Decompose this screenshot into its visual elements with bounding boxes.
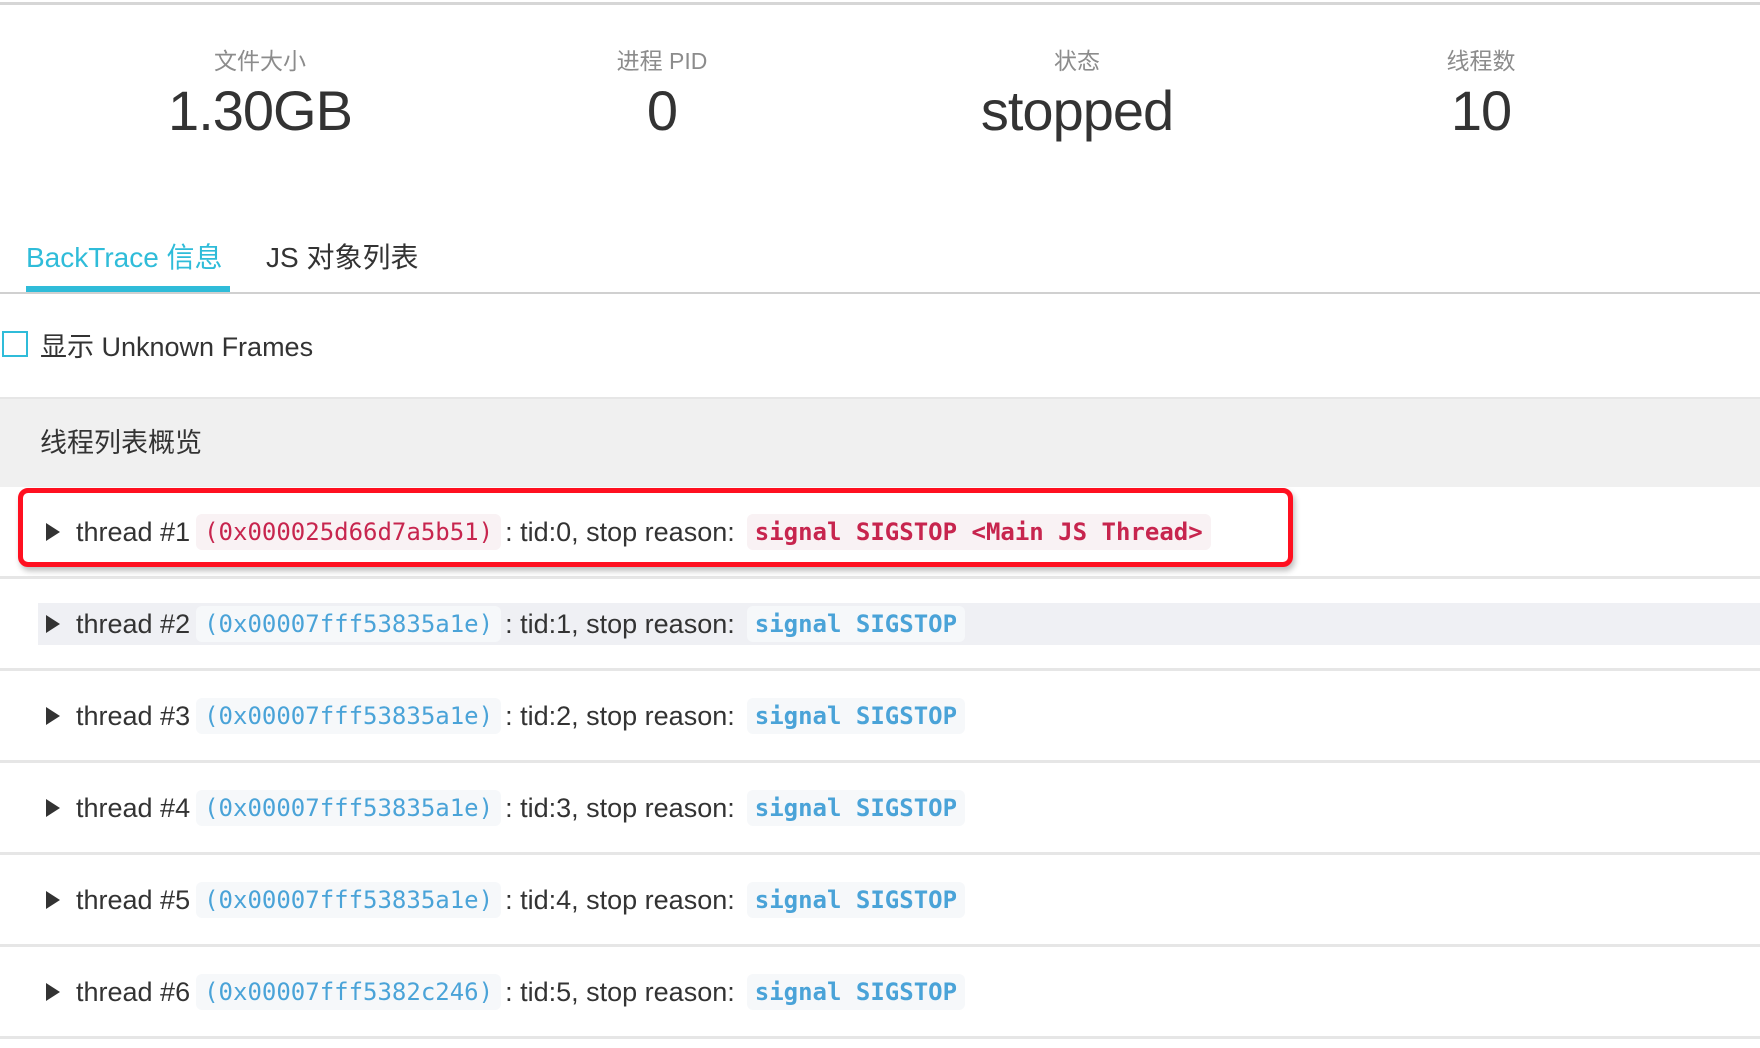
stop-reason: signal SIGSTOP — [746, 698, 966, 734]
tid-value: 3 — [556, 792, 572, 823]
thread-list: thread #1 (0x000025d66d7a5b51) : tid: 0,… — [0, 487, 1760, 1039]
thread-address: (0x00007fff53835a1e) — [196, 882, 502, 918]
thread-row[interactable]: thread #3 (0x00007fff53835a1e) : tid: 2,… — [0, 671, 1760, 763]
stat-label: 文件大小 — [214, 48, 306, 74]
tid-label: : tid: — [505, 700, 557, 731]
stat-value: 0 — [646, 79, 678, 142]
tid-label: : tid: — [505, 976, 557, 1007]
active-tab-indicator — [26, 286, 230, 292]
stop-reason: signal SIGSTOP — [746, 974, 966, 1010]
tid-value: 4 — [556, 884, 572, 915]
thread-row[interactable]: thread #4 (0x00007fff53835a1e) : tid: 3,… — [0, 763, 1760, 855]
stat-file-size: 文件大小 1.30GB — [60, 44, 460, 144]
thread-address: (0x000025d66d7a5b51) — [196, 514, 502, 550]
thread-name: thread #6 — [76, 976, 191, 1007]
tid-value: 5 — [556, 976, 572, 1007]
tab-bar: BackTrace 信息 JS 对象列表 — [0, 232, 1760, 294]
expand-triangle-icon[interactable] — [46, 615, 60, 633]
tid-label: : tid: — [505, 608, 557, 639]
expand-triangle-icon[interactable] — [46, 891, 60, 909]
tid-label: : tid: — [505, 792, 557, 823]
show-unknown-frames-option[interactable]: 显示 Unknown Frames — [0, 324, 313, 364]
tid-value: 2 — [556, 700, 572, 731]
thread-list-header: 线程列表概览 — [0, 397, 1760, 487]
stat-label: 状态 — [1054, 48, 1100, 74]
expand-triangle-icon[interactable] — [46, 983, 60, 1001]
thread-row[interactable]: thread #1 (0x000025d66d7a5b51) : tid: 0,… — [0, 487, 1760, 579]
tid-value: 1 — [556, 608, 572, 639]
stat-process-pid: 进程 PID 0 — [462, 44, 862, 144]
thread-name: thread #3 — [76, 700, 191, 731]
tid-label: : tid: — [505, 516, 557, 547]
thread-row[interactable]: thread #6 (0x00007fff5382c246) : tid: 5,… — [0, 947, 1760, 1039]
stop-reason-label: , stop reason: — [571, 516, 735, 547]
thread-name: thread #2 — [76, 608, 191, 639]
stop-reason: signal SIGSTOP — [746, 882, 966, 918]
stat-value: stopped — [980, 79, 1174, 142]
thread-name: thread #5 — [76, 884, 191, 915]
tab-js-objects[interactable]: JS 对象列表 — [266, 238, 418, 278]
thread-name: thread #1 — [76, 516, 191, 547]
section-title: 线程列表概览 — [40, 428, 202, 458]
stop-reason: signal SIGSTOP — [746, 790, 966, 826]
stat-label: 进程 PID — [616, 48, 708, 74]
thread-name: thread #4 — [76, 792, 191, 823]
stop-reason: signal SIGSTOP <Main JS Thread> — [746, 514, 1211, 550]
tid-value: 0 — [556, 516, 572, 547]
thread-address: (0x00007fff5382c246) — [196, 974, 502, 1010]
stat-thread-count: 线程数 10 — [1281, 44, 1681, 144]
expand-triangle-icon[interactable] — [46, 799, 60, 817]
stat-value: 1.30GB — [168, 79, 353, 142]
show-unknown-frames-label[interactable]: 显示 Unknown Frames — [40, 325, 313, 364]
stat-status: 状态 stopped — [877, 44, 1277, 144]
stop-reason-label: , stop reason: — [571, 700, 735, 731]
thread-address: (0x00007fff53835a1e) — [196, 606, 502, 642]
summary-stats: 文件大小 1.30GB 进程 PID 0 状态 stopped 线程数 10 — [0, 0, 1760, 160]
expand-triangle-icon[interactable] — [46, 707, 60, 725]
stat-label: 线程数 — [1446, 48, 1516, 74]
stop-reason-label: , stop reason: — [571, 976, 735, 1007]
stop-reason: signal SIGSTOP — [746, 606, 966, 642]
stop-reason-label: , stop reason: — [571, 884, 735, 915]
thread-row[interactable]: thread #2 (0x00007fff53835a1e) : tid: 1,… — [0, 579, 1760, 671]
show-unknown-frames-checkbox[interactable] — [2, 331, 28, 357]
stat-value: 10 — [1450, 79, 1512, 142]
stop-reason-label: , stop reason: — [571, 792, 735, 823]
tid-label: : tid: — [505, 884, 557, 915]
thread-address: (0x00007fff53835a1e) — [196, 790, 502, 826]
thread-address: (0x00007fff53835a1e) — [196, 698, 502, 734]
expand-triangle-icon[interactable] — [46, 523, 60, 541]
stop-reason-label: , stop reason: — [571, 608, 735, 639]
thread-row[interactable]: thread #5 (0x00007fff53835a1e) : tid: 4,… — [0, 855, 1760, 947]
tab-backtrace[interactable]: BackTrace 信息 — [26, 238, 223, 278]
